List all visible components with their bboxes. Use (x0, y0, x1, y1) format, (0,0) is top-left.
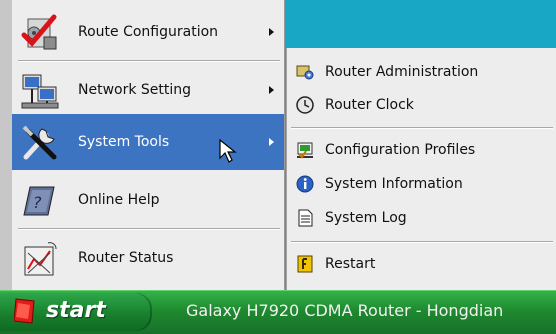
taskbar: start Galaxy H7920 CDMA Router - Hongdia… (0, 290, 556, 334)
network-icon (21, 74, 59, 109)
submenu-item-restart[interactable]: Restart (287, 248, 556, 281)
help-book-icon: ? (23, 186, 55, 216)
start-button[interactable]: start (0, 293, 152, 331)
info-icon (296, 175, 314, 193)
submenu-divider (291, 241, 553, 243)
submenu-item-label: System Log (325, 210, 407, 226)
start-logo-icon (14, 298, 35, 324)
submenu-item-router-clock[interactable]: Router Clock (287, 89, 556, 122)
menu-item-label: Route Configuration (78, 24, 219, 40)
router-status-icon (24, 242, 57, 276)
restart-icon (297, 255, 313, 273)
submenu-item-label: Restart (325, 256, 376, 272)
menu-item-label: Router Status (78, 250, 174, 266)
menu-item-system-tools[interactable]: System Tools (12, 114, 284, 170)
desktop-background (285, 0, 556, 48)
submenu-item-label: Router Administration (325, 64, 479, 80)
submenu-arrow-icon (269, 28, 274, 36)
submenu-item-router-administration[interactable]: Router Administration (287, 56, 556, 89)
window-edge (0, 0, 12, 290)
submenu-arrow-icon (269, 138, 274, 146)
start-menu: Route Configuration Network Setting Syst… (12, 0, 285, 290)
admin-icon (296, 65, 314, 80)
menu-item-route-configuration[interactable]: Route Configuration (12, 4, 284, 60)
svg-text:?: ? (33, 193, 42, 212)
submenu-item-system-log[interactable]: System Log (287, 202, 556, 235)
menu-item-label: Network Setting (78, 82, 192, 98)
profiles-icon (297, 142, 313, 159)
log-icon (298, 209, 313, 227)
route-config-icon (21, 14, 57, 50)
menu-item-label: System Tools (78, 134, 170, 150)
start-label: start (46, 298, 106, 323)
submenu-item-label: System Information (325, 176, 463, 192)
mouse-cursor-icon (219, 138, 237, 163)
submenu-item-configuration-profiles[interactable]: Configuration Profiles (287, 134, 556, 167)
submenu-item-label: Router Clock (325, 97, 414, 113)
submenu-item-label: Configuration Profiles (325, 142, 476, 158)
clock-icon (296, 96, 314, 114)
submenu-item-system-information[interactable]: System Information (287, 168, 556, 201)
system-tools-submenu: Router Administration Router Clock Confi… (286, 48, 556, 290)
submenu-arrow-icon (269, 86, 274, 94)
submenu-divider (291, 127, 553, 129)
menu-item-label: Online Help (78, 192, 160, 208)
menu-item-online-help[interactable]: ? Online Help (12, 172, 284, 228)
taskbar-window-title[interactable]: Galaxy H7920 CDMA Router - Hongdian (186, 291, 503, 331)
menu-item-router-status[interactable]: Router Status (12, 230, 284, 286)
tools-icon (22, 125, 57, 160)
menu-item-network-setting[interactable]: Network Setting (12, 62, 284, 118)
